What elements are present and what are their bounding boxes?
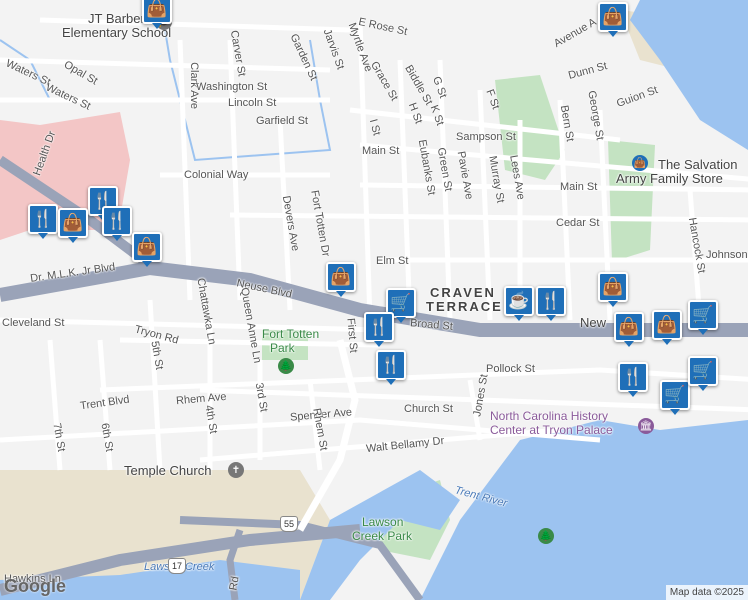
restaurant-icon[interactable]: 🍴 (536, 286, 566, 321)
shopping-bag-icon[interactable]: 👜 (598, 2, 628, 37)
fort-totten-park-label[interactable]: Fort Totten (262, 328, 319, 340)
restaurant-icon[interactable]: 🍴 (28, 204, 58, 239)
lawson-creek-park-label[interactable]: Creek Park (352, 530, 412, 542)
shopping-cart-icon[interactable]: 🛒 (688, 356, 718, 391)
park-area (608, 140, 655, 262)
street-label: Church St (404, 403, 453, 415)
history-center-label[interactable]: North Carolina History (490, 410, 608, 422)
street-label: Cedar St (556, 217, 600, 229)
street-label: Garfield St (256, 115, 308, 127)
shopping-bag-icon[interactable]: 👜 (142, 0, 172, 29)
street-label: Johnson (706, 249, 748, 261)
street-label: Sampson St (456, 131, 516, 143)
school-label: JT Barber (88, 11, 145, 26)
shopping-bag-icon[interactable]: 👜 (632, 155, 648, 171)
street-label: Elm St (376, 255, 409, 267)
park-icon: 🌲 (538, 528, 554, 544)
street-label: Cleveland St (2, 317, 65, 329)
museum-icon[interactable]: 🏛 (638, 418, 654, 434)
us17-shield-icon: 17 (168, 558, 186, 574)
attribution-text[interactable]: Map data ©2025 (665, 585, 748, 600)
salvation-army-label[interactable]: The Salvation (658, 158, 738, 171)
trent-river-water (420, 420, 748, 600)
neuse-river-water (630, 0, 748, 150)
district-label: TERRACE (426, 299, 503, 314)
shopping-bag-icon[interactable]: 👜 (598, 272, 628, 307)
shopping-bag-icon[interactable]: 👜 (614, 312, 644, 347)
restaurant-icon[interactable]: 🍴 (364, 312, 394, 347)
street-label: Washington St (196, 81, 268, 93)
cafe-icon[interactable]: ☕ (504, 286, 534, 321)
street-label: Main St (362, 145, 400, 157)
shopping-cart-icon[interactable]: 🛒 (688, 300, 718, 335)
map-canvas[interactable]: JT Barber Elementary School 🎓 E Rose St … (0, 0, 748, 600)
history-center-label[interactable]: Center at Tryon Palace (490, 424, 613, 436)
shopping-bag-icon[interactable]: 👜 (652, 310, 682, 345)
street-label: First St (344, 317, 360, 354)
salvation-army-label[interactable]: Army Family Store (616, 172, 723, 185)
church-icon: ✝ (228, 462, 244, 478)
street-label: Main St (560, 181, 598, 193)
street-label: Lincoln St (228, 97, 277, 109)
street-label: New (580, 315, 607, 330)
temple-church-label[interactable]: Temple Church (124, 464, 211, 477)
lawson-creek-park-label[interactable]: Lawson (362, 516, 403, 528)
nc55-shield-icon: 55 (280, 516, 298, 532)
restaurant-icon[interactable]: 🍴 (376, 350, 406, 385)
shopping-cart-icon[interactable]: 🛒 (660, 380, 690, 415)
restaurant-icon[interactable]: 🍴 (102, 206, 132, 241)
shopping-bag-icon[interactable]: 👜 (58, 208, 88, 243)
shopping-bag-icon[interactable]: 👜 (132, 232, 162, 267)
google-logo[interactable]: Google (4, 576, 66, 597)
park-icon: 🌲 (278, 358, 294, 374)
fort-totten-park-label[interactable]: Park (270, 342, 295, 354)
shopping-bag-icon[interactable]: 👜 (326, 262, 356, 297)
restaurant-icon[interactable]: 🍴 (618, 362, 648, 397)
street-label: Pollock St (486, 363, 535, 375)
street-label: Colonial Way (184, 169, 249, 181)
district-label: CRAVEN (430, 285, 496, 300)
